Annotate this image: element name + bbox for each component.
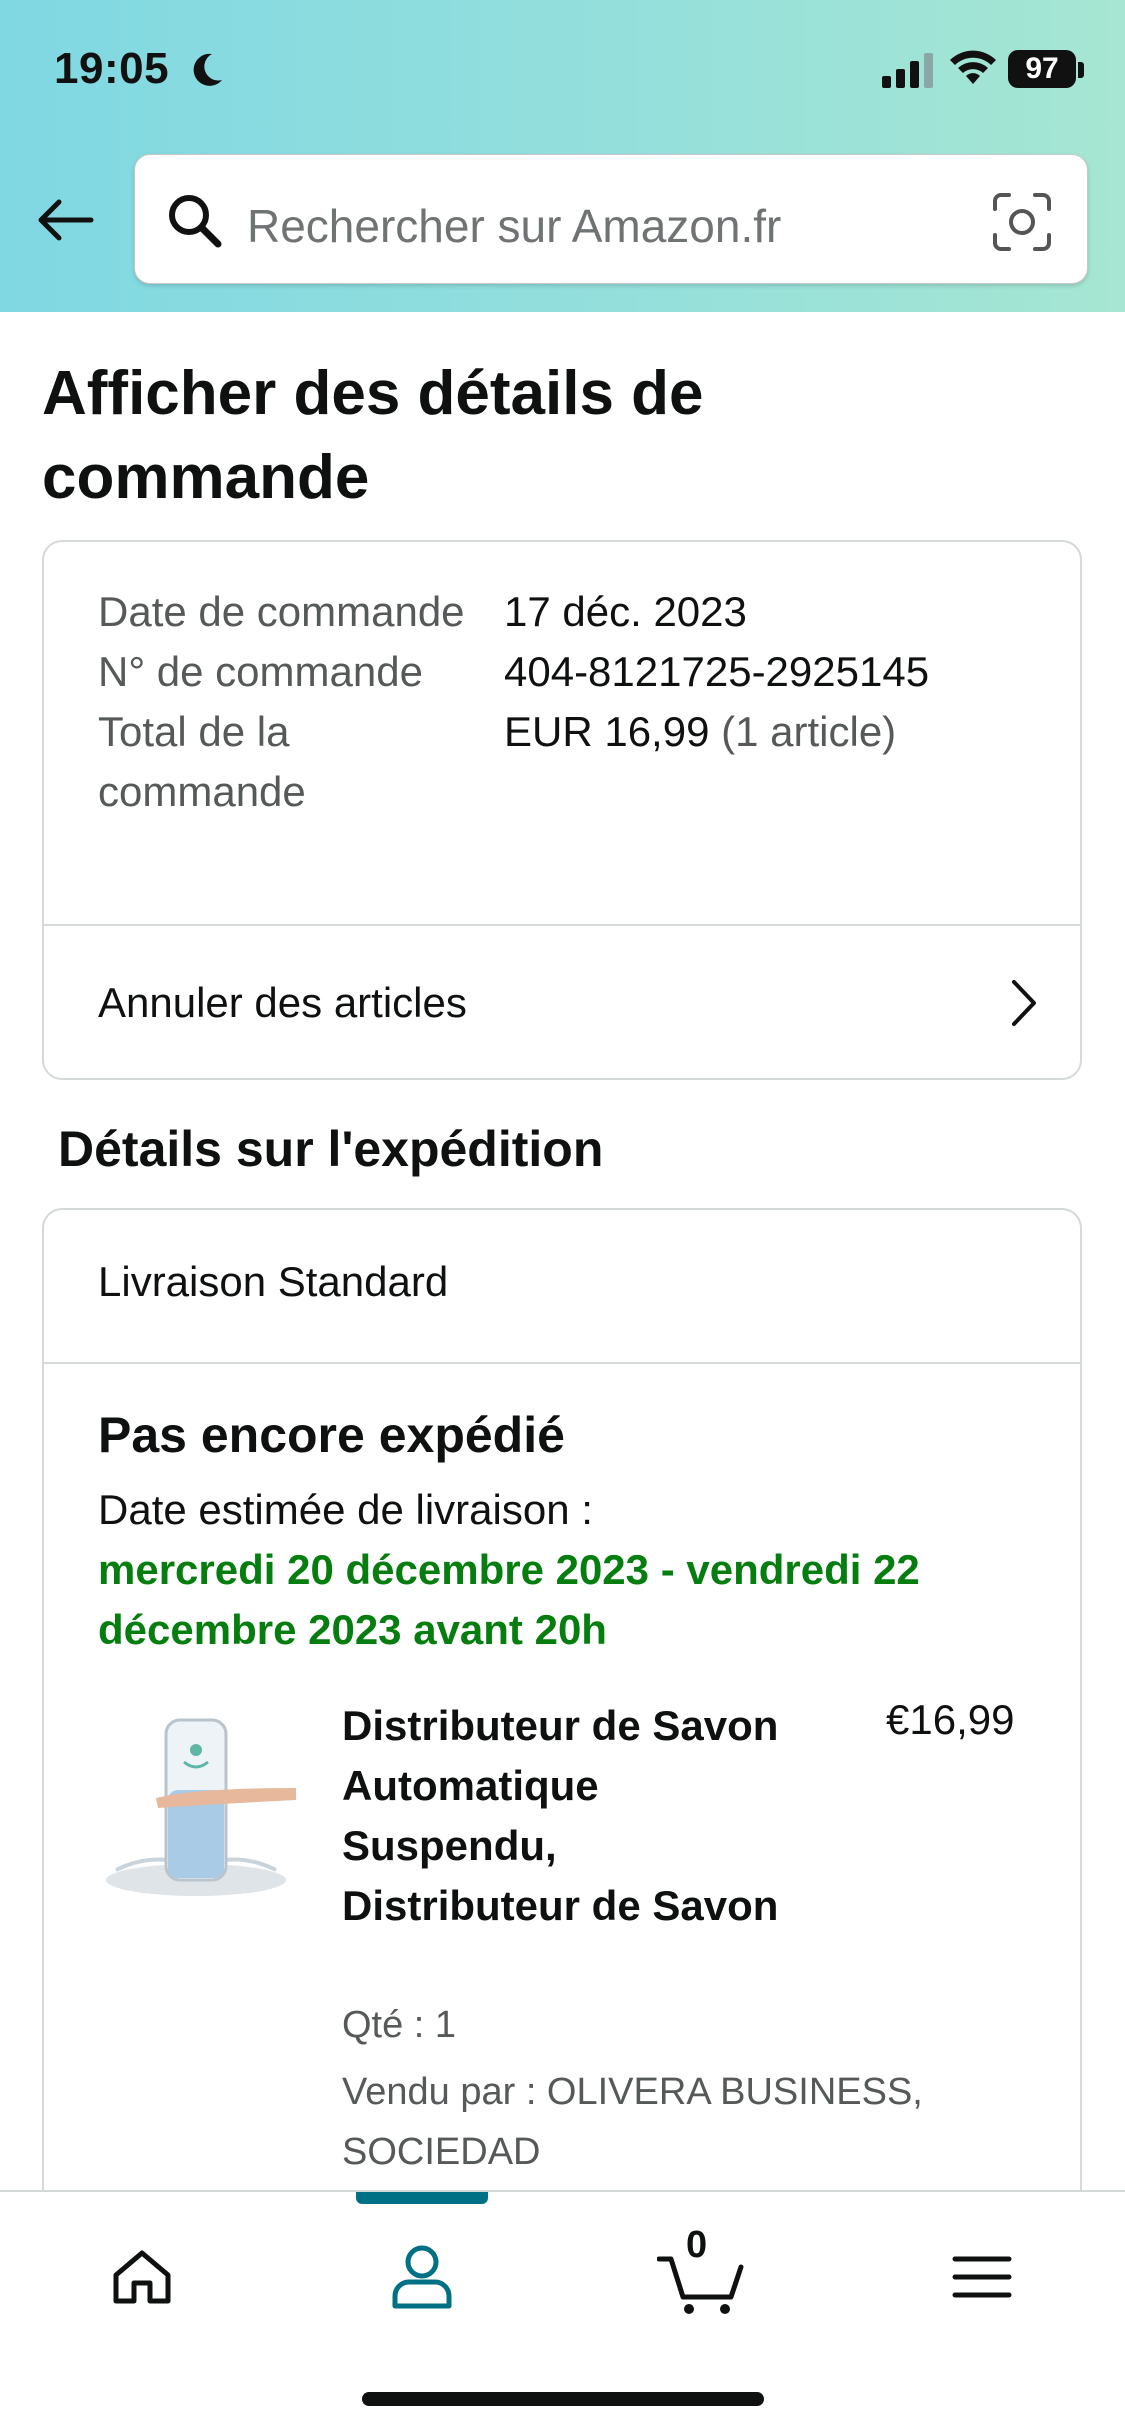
order-date-row: Date de commande 17 déc. 2023	[98, 582, 1058, 642]
tab-menu[interactable]	[922, 2222, 1042, 2332]
camera-scan-icon[interactable]	[991, 191, 1053, 253]
active-tab-indicator	[356, 2192, 488, 2204]
order-total-value-wrap: EUR 16,99 (1 article)	[504, 702, 896, 822]
product-title[interactable]: Distributeur de Savon Automatique Suspen…	[342, 1696, 782, 1936]
cellular-signal-icon	[880, 52, 936, 88]
estimate-label: Date estimée de livraison :	[98, 1486, 593, 1533]
battery-indicator: 97	[1008, 50, 1076, 88]
shipment-section-title: Détails sur l'expédition	[58, 1121, 604, 1177]
product-image[interactable]	[96, 1700, 296, 1900]
chevron-right-icon	[1004, 976, 1044, 1030]
estimate-date: mercredi 20 décembre 2023 - vendredi 22 …	[98, 1546, 920, 1653]
cancel-items-button[interactable]: Annuler des articles	[44, 926, 1080, 1080]
search-icon	[165, 191, 223, 249]
order-total-value: EUR 16,99	[504, 708, 710, 755]
order-total-row: Total de la commande EUR 16,99 (1 articl…	[98, 702, 1058, 822]
product-price: €16,99	[886, 1696, 1015, 1743]
shipment-status: Pas encore expédié	[98, 1407, 565, 1463]
order-date-value: 17 déc. 2023	[504, 588, 747, 635]
order-item-count: (1 article)	[721, 708, 897, 755]
tab-cart[interactable]: 0	[642, 2222, 762, 2332]
header-bar: 19:05 97 Rechercher sur Amazon.fr	[0, 0, 1125, 312]
user-icon	[392, 2245, 452, 2309]
product-seller: Vendu par : OLIVERA BUSINESS, SOCIEDAD	[342, 2071, 923, 2173]
order-summary-rows: Date de commande 17 déc. 2023 N° de comm…	[98, 582, 1058, 822]
shipment-card: Livraison Standard Pas encore expédié Da…	[42, 1208, 1082, 2248]
divider	[44, 1362, 1080, 1364]
tab-home[interactable]	[82, 2222, 202, 2332]
status-time: 19:05	[54, 44, 170, 93]
menu-icon	[952, 2256, 1012, 2298]
wifi-icon	[948, 48, 998, 88]
order-total-label: Total de la commande	[98, 708, 306, 815]
search-input[interactable]: Rechercher sur Amazon.fr	[134, 154, 1088, 284]
arrow-left-icon	[38, 199, 94, 241]
cancel-items-label: Annuler des articles	[98, 979, 467, 1026]
shipping-method: Livraison Standard	[98, 1258, 449, 1305]
page-title: Afficher des détails de commande	[42, 359, 704, 512]
back-button[interactable]	[30, 190, 100, 250]
order-number-label: N° de commande	[98, 648, 423, 695]
order-date-label: Date de commande	[98, 588, 465, 635]
home-indicator	[362, 2392, 764, 2406]
search-placeholder: Rechercher sur Amazon.fr	[247, 200, 782, 252]
status-bar: 19:05 97	[0, 0, 1125, 140]
cart-count: 0	[686, 2224, 708, 2266]
home-icon	[113, 2250, 171, 2304]
product-quantity: Qté : 1	[342, 2004, 457, 2046]
battery-cap	[1078, 62, 1084, 78]
tab-account[interactable]	[362, 2222, 482, 2332]
order-number-row: N° de commande 404-8121725-2925145	[98, 642, 1058, 702]
order-number-value: 404-8121725-2925145	[504, 648, 930, 695]
moon-icon	[186, 50, 226, 90]
order-summary-card: Date de commande 17 déc. 2023 N° de comm…	[42, 540, 1082, 1080]
